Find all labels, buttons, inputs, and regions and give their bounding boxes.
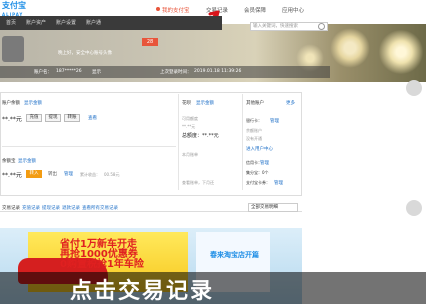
- yuebao-label: 余额宝: [2, 159, 16, 164]
- points-label: 集分宝：: [246, 170, 262, 175]
- nav-member-protection[interactable]: 会员保障: [244, 6, 266, 14]
- greeting-text: 晚上好，安全中心账号头像: [58, 51, 112, 56]
- yuebao-manage-link[interactable]: 管理: [64, 171, 73, 177]
- divider: [2, 146, 176, 147]
- tab-recharge[interactable]: 充值记录: [22, 205, 40, 211]
- nav-my-alipay[interactable]: 我的支付宝: [156, 6, 190, 14]
- recharge-button[interactable]: 充值: [26, 114, 42, 122]
- last-login-label: 上次登录时间：: [160, 70, 192, 75]
- no-account-text: 没有开通: [246, 136, 262, 141]
- tab-transactions[interactable]: 交易记录: [2, 205, 20, 211]
- account-value: 187*****26: [56, 69, 82, 74]
- search-input[interactable]: 输入关键词，快速搜索: [250, 22, 328, 31]
- last-login-value: 2019.01.18 11:39:26: [194, 69, 242, 74]
- ad-line: 0购置税抢1年车险: [60, 259, 144, 270]
- balance-account-label: 余额账户: [246, 128, 262, 133]
- transaction-filter-select[interactable]: 全部交易明细: [248, 203, 298, 212]
- right-sidebar: [330, 30, 426, 304]
- huabei-available-value: **.**元: [182, 124, 196, 129]
- huabei-available-label: 可用额度: [182, 116, 198, 121]
- subnav-account-link[interactable]: 账户通: [86, 19, 101, 26]
- subtitle-text: 点击交易记录: [70, 279, 215, 304]
- divider: [178, 94, 179, 190]
- show-huabei-link[interactable]: 显示金额: [196, 100, 214, 106]
- ad-text: 省付1万新车开走 再抢1000优惠券 0购置税抢1年车险: [60, 240, 144, 270]
- subnav-assets[interactable]: 账户资产: [26, 19, 46, 26]
- home-icon: [156, 7, 160, 11]
- huabei-label: 花呗: [182, 101, 191, 106]
- credit-card-manage-link[interactable]: 管理: [260, 160, 269, 166]
- nav-app-center[interactable]: 应用中心: [282, 6, 304, 14]
- logo-text: 支付宝: [2, 1, 26, 10]
- huabei-bill-link[interactable]: 查看账单，下月还: [182, 180, 214, 186]
- divider: [242, 94, 243, 190]
- yuebao-income-value: 00.58元: [104, 172, 120, 177]
- balance-value: **.**元: [2, 116, 22, 123]
- vip-badge[interactable]: 28: [142, 38, 158, 46]
- tab-withdraw[interactable]: 提现记录: [42, 205, 60, 211]
- other-accounts-more-link[interactable]: 更多: [286, 100, 295, 106]
- account-label: 账户名：: [34, 70, 52, 75]
- taobao-ad-text: 春来淘宝店开篇: [210, 251, 259, 259]
- transfer-in-button[interactable]: 转入: [26, 170, 42, 178]
- withdraw-button[interactable]: 提现: [45, 114, 61, 122]
- alipay-card-manage-link[interactable]: 管理: [274, 180, 283, 186]
- bank-card-label: 银行卡：: [246, 118, 262, 123]
- yuebao-income-label: 累计收益：: [80, 172, 100, 177]
- huabei-bill-label: 本月账单: [182, 152, 198, 157]
- yuebao-value: **.**元: [2, 172, 22, 179]
- subnav-home[interactable]: 首页: [6, 19, 16, 26]
- other-accounts-label: 其他账户: [246, 101, 264, 106]
- balance-view-link[interactable]: 查看: [88, 115, 97, 121]
- huabei-total: 总额度：**.**元: [182, 133, 219, 139]
- points-value: 0个: [262, 170, 269, 175]
- bank-card-manage-link[interactable]: 管理: [270, 118, 279, 124]
- show-account-link[interactable]: 显示: [92, 69, 101, 75]
- search-icon[interactable]: [318, 23, 325, 30]
- balance-label: 账户余额: [2, 101, 20, 106]
- show-balance-link[interactable]: 显示金额: [24, 100, 42, 106]
- user-center-link[interactable]: 进入用户中心: [246, 146, 273, 152]
- transfer-button[interactable]: 转账: [64, 114, 80, 122]
- show-yuebao-link[interactable]: 显示金额: [18, 158, 36, 164]
- avatar[interactable]: [2, 36, 24, 62]
- alipay-card-label: 支付宝卡券：: [246, 180, 270, 185]
- subnav-settings[interactable]: 账户设置: [56, 19, 76, 26]
- tab-refund[interactable]: 退款记录: [62, 205, 80, 211]
- transfer-out-link[interactable]: 转出: [48, 171, 57, 177]
- tab-all-records[interactable]: 查看所有交易记录: [82, 205, 118, 211]
